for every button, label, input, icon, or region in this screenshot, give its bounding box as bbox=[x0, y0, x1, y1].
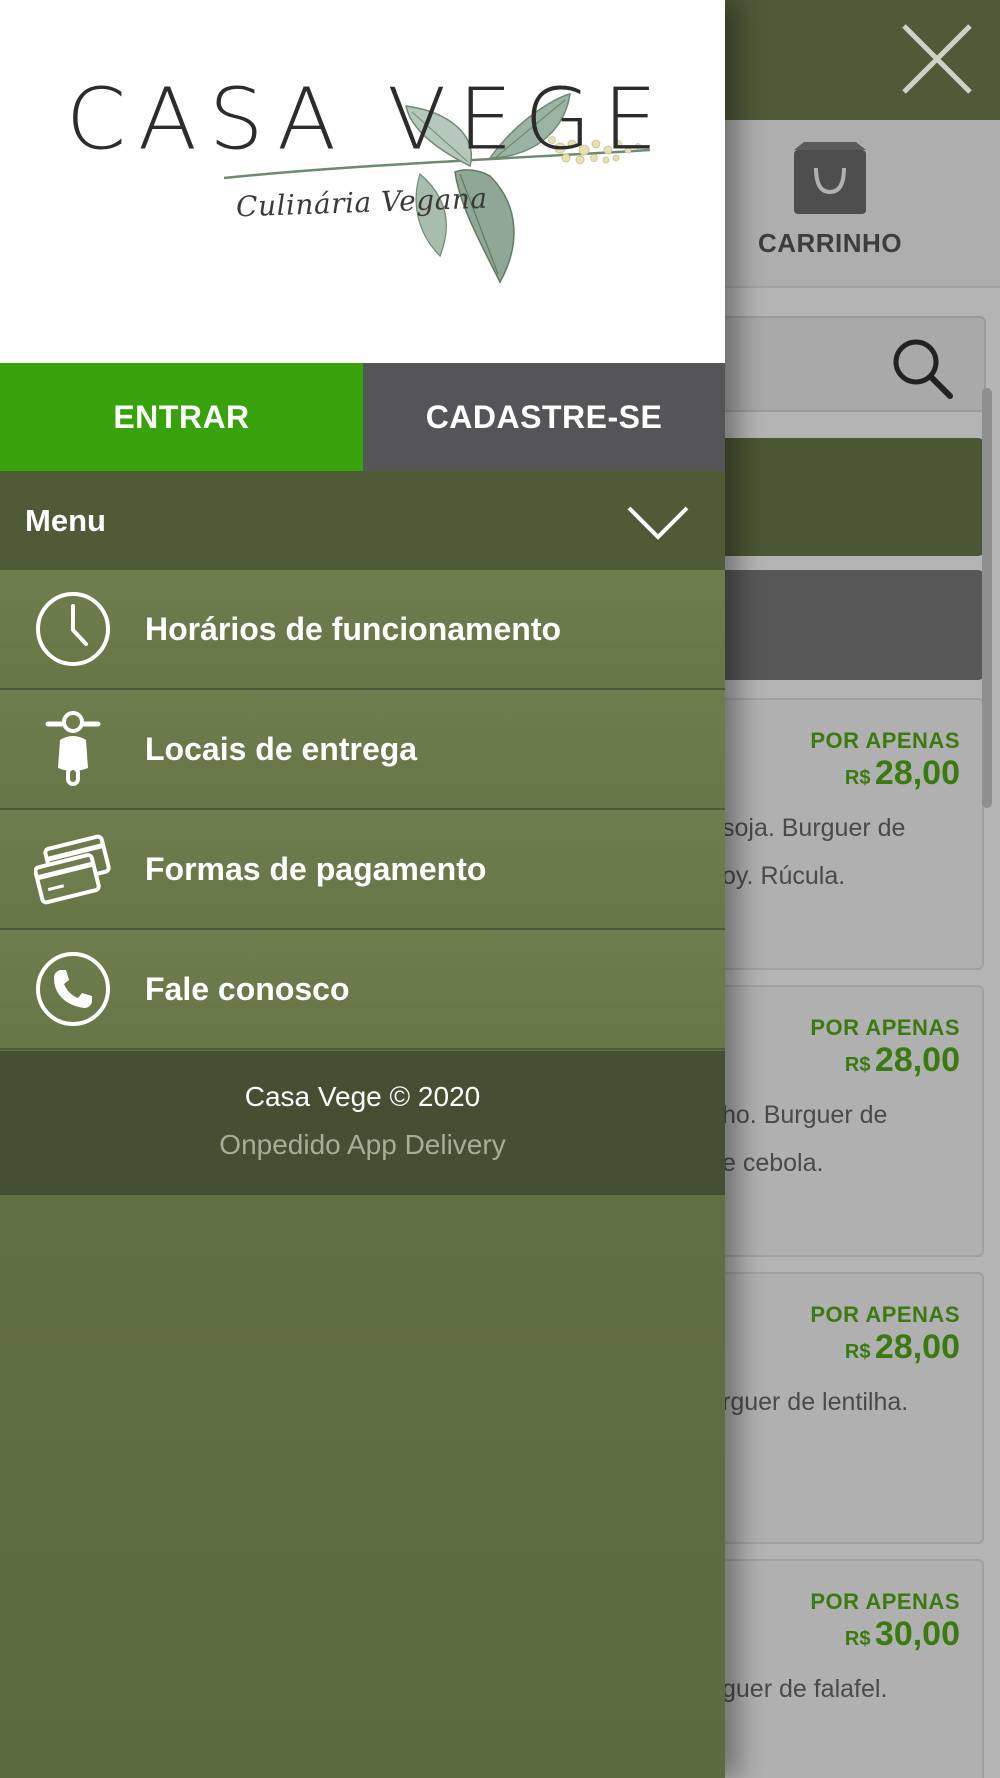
menu-item-label: Fale conosco bbox=[145, 971, 350, 1007]
menu-title: Menu bbox=[25, 503, 106, 538]
promo-label: POR APENAS bbox=[810, 1302, 960, 1327]
logo: CASA VEGE Culinária Vegana bbox=[0, 0, 725, 363]
menu-item-opening-hours[interactable]: Horários de funcionamento bbox=[0, 570, 725, 690]
menu-item-label: Locais de entrega bbox=[145, 731, 418, 767]
side-drawer: CASA VEGE Culinária Vegana ENTRAR CADAST… bbox=[0, 0, 725, 1778]
clock-icon bbox=[36, 592, 110, 666]
product-description: rguer de lentilha. bbox=[722, 1388, 909, 1416]
menu-item-delivery-areas[interactable]: Locais de entrega bbox=[0, 690, 725, 810]
scrollbar[interactable] bbox=[982, 388, 992, 808]
copyright-text: Casa Vege © 2020 bbox=[244, 1081, 481, 1112]
product-description: guer de falafel. bbox=[722, 1675, 888, 1703]
promo-label: POR APENAS bbox=[810, 1015, 960, 1040]
price: R$ 28,00 bbox=[844, 754, 960, 792]
menu-header[interactable]: Menu bbox=[0, 471, 725, 570]
close-icon[interactable] bbox=[898, 20, 976, 98]
app-credit-link[interactable]: Onpedido App Delivery bbox=[0, 1129, 725, 1161]
scooter-icon bbox=[45, 711, 101, 786]
menu-item-payment-methods[interactable]: Formas de pagamento bbox=[0, 810, 725, 930]
cart-button[interactable]: CARRINHO bbox=[740, 140, 920, 275]
menu-item-contact-us[interactable]: Fale conosco bbox=[0, 930, 725, 1050]
price: R$ 28,00 bbox=[844, 1328, 960, 1366]
chevron-down-icon bbox=[627, 506, 689, 540]
promo-label: POR APENAS bbox=[810, 728, 960, 753]
signup-button[interactable]: CADASTRE-SE bbox=[363, 363, 725, 471]
menu-item-label: Horários de funcionamento bbox=[145, 611, 562, 647]
login-button[interactable]: ENTRAR bbox=[0, 363, 363, 471]
drawer-footer: Casa Vege © 2020 Onpedido App Delivery bbox=[0, 1051, 725, 1195]
shopping-bag-icon bbox=[794, 142, 866, 214]
search-icon[interactable] bbox=[890, 336, 954, 400]
product-description: soja. Burguer de oy. Rúcula. bbox=[722, 814, 906, 890]
price: R$ 28,00 bbox=[844, 1041, 960, 1079]
phone-icon bbox=[36, 952, 110, 1026]
price: R$ 30,00 bbox=[844, 1615, 960, 1653]
credit-cards-icon bbox=[34, 834, 111, 905]
menu-item-label: Formas de pagamento bbox=[145, 851, 487, 887]
promo-label: POR APENAS bbox=[810, 1589, 960, 1614]
logo-title: CASA VEGE bbox=[66, 71, 670, 169]
product-description: ho. Burguer de e cebola. bbox=[722, 1101, 888, 1177]
cart-label: CARRINHO bbox=[757, 228, 903, 258]
